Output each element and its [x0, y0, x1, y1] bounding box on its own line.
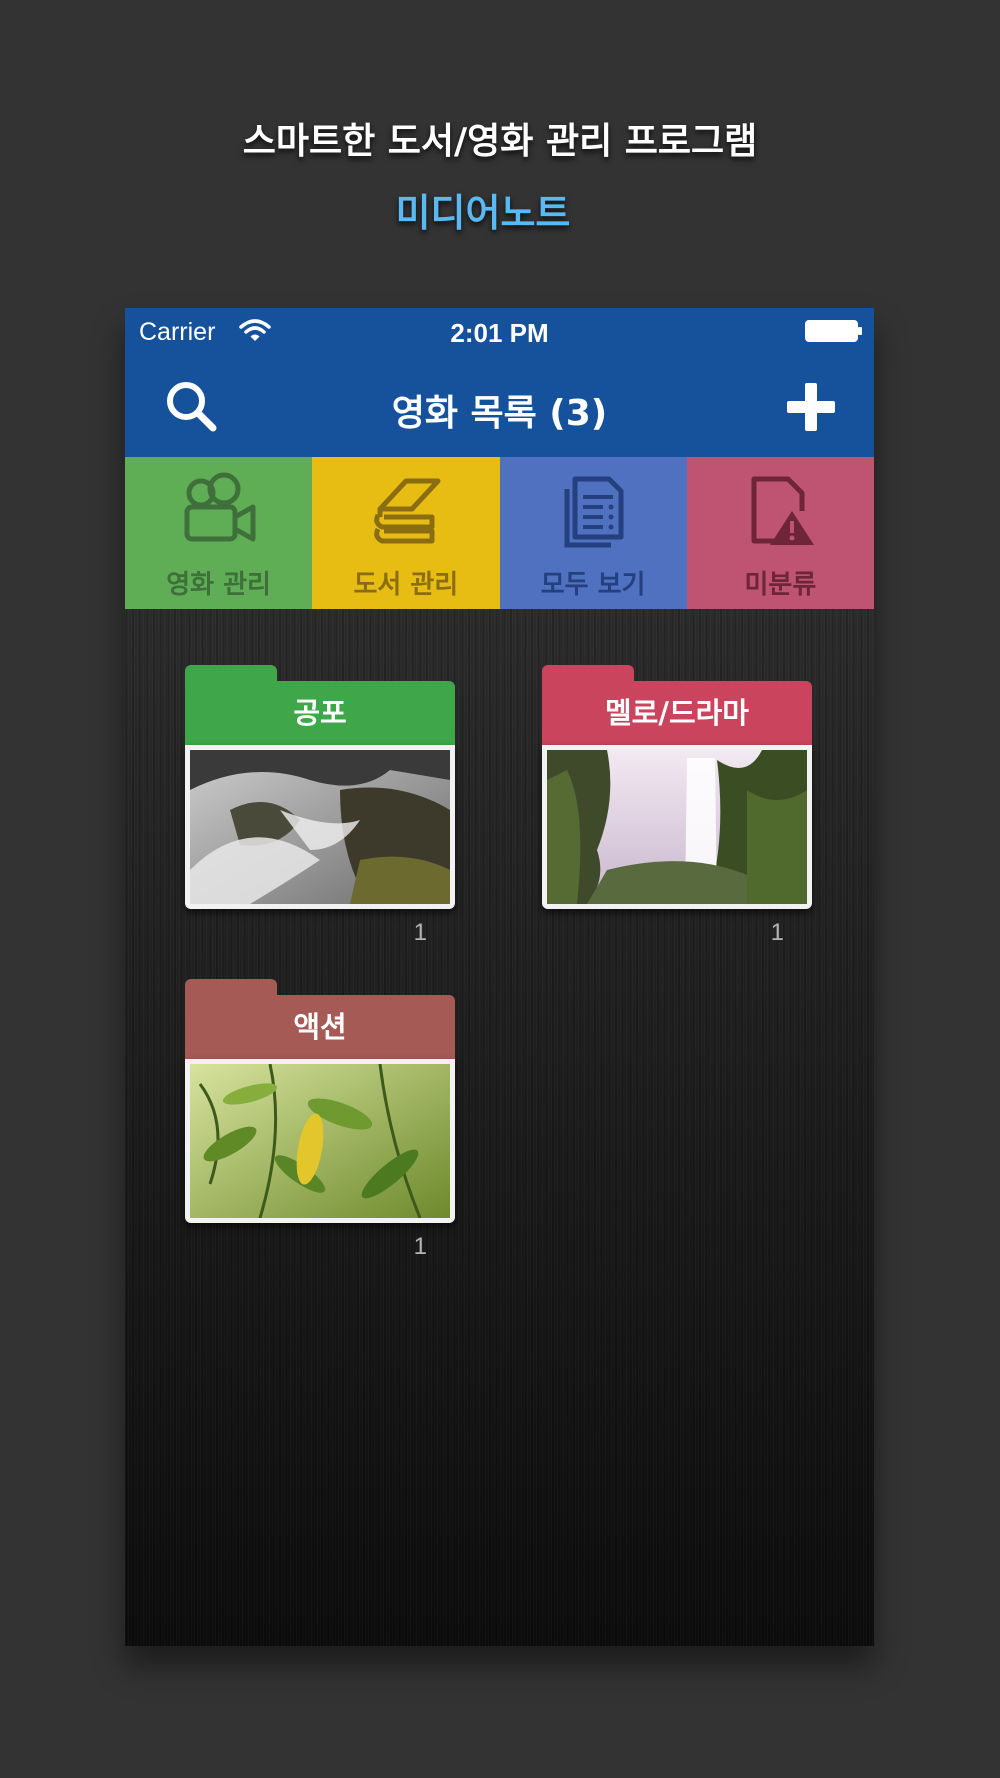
- tab-movie-manage[interactable]: 영화 관리: [125, 457, 313, 609]
- page-title: 영화 목록 (3): [391, 393, 608, 434]
- tab-label: 도서 관리: [353, 570, 459, 600]
- tab-uncategorized[interactable]: 미분류: [686, 457, 874, 609]
- add-button[interactable]: [786, 382, 836, 432]
- tab-label: 모두 보기: [540, 570, 646, 600]
- folder-item-count: 1: [413, 1233, 427, 1260]
- folder-thumbnail: [185, 745, 455, 909]
- navigation-bar: 영화 목록 (3): [125, 354, 874, 457]
- folder-item-count: 1: [770, 919, 784, 946]
- folder-action[interactable]: 액션 1: [185, 979, 455, 1269]
- plus-icon: [787, 383, 835, 431]
- waterfall-cliff-image: [547, 750, 807, 904]
- status-bar: Carrier 2:01 PM: [125, 308, 874, 354]
- category-tabs: 영화 관리 도서 관리 모두 보기 미분류: [125, 457, 874, 609]
- folder-thumbnail: [542, 745, 812, 909]
- books-icon: [374, 478, 441, 544]
- folder-thumbnail: [185, 1059, 455, 1223]
- movie-camera-icon: [184, 472, 256, 542]
- tab-book-manage[interactable]: 도서 관리: [312, 457, 500, 609]
- file-warning-icon: [751, 476, 815, 545]
- waterfall-rocks-image: [190, 750, 450, 904]
- folder-title: 멜로/드라마: [542, 681, 812, 745]
- status-time: 2:01 PM: [450, 318, 549, 348]
- battery-icon: [805, 320, 862, 342]
- promo-title: 스마트한 도서/영화 관리 프로그램: [242, 121, 758, 162]
- folder-horror[interactable]: 공포 1: [185, 665, 455, 955]
- tab-label: 미분류: [744, 570, 817, 600]
- app-name: 미디어노트: [395, 191, 571, 235]
- folder-title: 액션: [185, 995, 455, 1059]
- document-list-icon: [564, 476, 624, 548]
- folder-title: 공포: [185, 681, 455, 745]
- phone-screen: Carrier 2:01 PM 영화 목록 (3) 영화 관리 도서 관리 모두…: [125, 308, 874, 1646]
- folder-grid: 공포 1 멜로/드라마 1 액션 1: [125, 609, 874, 1646]
- tab-view-all[interactable]: 모두 보기: [499, 457, 687, 609]
- tab-label: 영화 관리: [166, 570, 271, 600]
- folder-item-count: 1: [413, 919, 427, 946]
- green-leaves-image: [190, 1064, 450, 1218]
- folder-melo-drama[interactable]: 멜로/드라마 1: [542, 665, 812, 955]
